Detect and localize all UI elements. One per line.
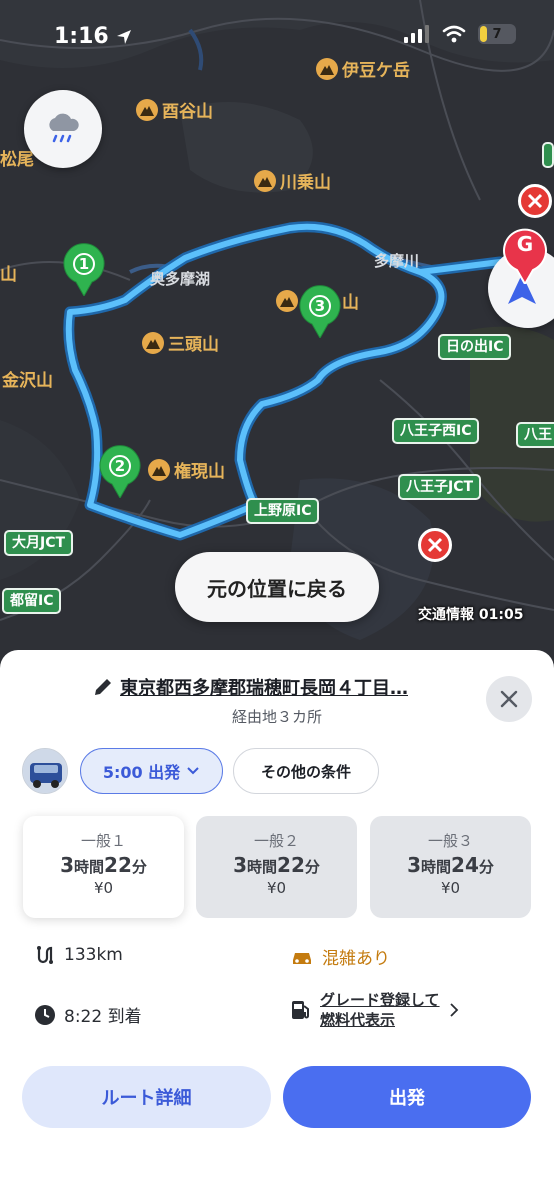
clock-icon [35,1004,55,1025]
mountain-icon [142,331,164,354]
ic-badge-otsuki-jct[interactable]: 大月JCT [4,530,74,556]
congestion-info: 混雑あり [290,944,390,969]
status-icons: 7 [404,24,516,44]
goal-pin[interactable]: G [502,228,548,287]
place-label: 多摩川 [374,252,420,270]
signal-icon [404,25,429,43]
ic-badge-hachioji-nishi[interactable]: 八王子西IC [392,418,480,444]
ic-badge-tsuru[interactable]: 都留IC [2,588,62,614]
arrival-info: 8:22 到着 [34,1002,142,1027]
route-sheet: 東京都西多摩郡瑞穂町長岡４丁目… 経由地３カ所 5:00 出発 その他の条件 一… [0,650,554,1200]
ic-badge-edge [542,142,554,168]
car-avatar[interactable] [22,748,68,794]
departure-time-chip[interactable]: 5:00 出発 [80,748,223,794]
start-button[interactable]: 出発 [283,1066,531,1128]
rain-cloud-icon [49,113,79,143]
route-detail-button[interactable]: ルート詳細 [22,1066,271,1128]
weather-button[interactable] [24,90,102,168]
close-icon [500,690,518,708]
waypoints-count: 経由地３カ所 [231,708,322,726]
ic-badge-uenohara[interactable]: 上野原IC [246,498,320,524]
waypoint-pin-3[interactable]: 3 [298,284,342,340]
fuel-pump-icon [292,1001,309,1019]
place-label: 奥多摩湖 [150,270,211,288]
chevron-down-icon [187,767,199,775]
ic-badge-hinode[interactable]: 日の出IC [438,334,512,360]
traffic-car-icon [293,952,311,964]
road-closed-icon[interactable] [518,184,552,218]
location-arrow-icon [116,29,131,44]
destination-row[interactable]: 東京都西多摩郡瑞穂町長岡４丁目… [92,674,472,700]
wifi-icon [442,25,466,43]
clock: 1:16 [54,24,133,49]
chevron-right-icon [449,1003,458,1017]
mountain-icon [254,169,276,192]
mountain-icon [148,458,170,481]
road-closed-icon[interactable] [418,528,452,562]
mountain-icon [136,98,158,121]
mountain-label: 権現山 [148,457,225,482]
route-card-2[interactable]: 一般２ 3時間22分 ¥0 [196,816,357,918]
mountain-label: 酉谷山 [136,97,213,122]
fuel-cost-link[interactable]: グレード登録して 燃料代表示 [290,990,460,1030]
ic-badge-hachioji-jct[interactable]: 八王子JCT [398,474,482,500]
mountain-label: 川乗山 [254,168,331,193]
waypoint-pin-1[interactable]: 1 [62,242,106,298]
mountain-icon [276,289,298,312]
traffic-info: 交通情報 01:05 [418,607,524,623]
car-icon [23,749,67,793]
close-button[interactable] [486,676,532,722]
place-label: 金沢山 [2,371,53,391]
distance-info: 133km [34,944,123,966]
map-view[interactable]: 伊豆ケ岳 酉谷山 川乗山 三頭山 権現山 山 奥多摩湖 多摩川 山 金沢山 松尾… [0,0,554,680]
battery-icon: 7 [478,24,516,44]
mountain-label: 三頭山 [142,330,219,355]
status-bar: 1:16 7 [0,0,554,72]
place-label: 山 [0,265,17,285]
ic-badge-hachioji[interactable]: 八王 [516,422,554,448]
route-card-3[interactable]: 一般３ 3時間24分 ¥0 [370,816,531,918]
waypoint-pin-2[interactable]: 2 [98,444,142,500]
route-card-1[interactable]: 一般１ 3時間22分 ¥0 [23,816,184,918]
pencil-icon [95,679,111,695]
destination-text[interactable]: 東京都西多摩郡瑞穂町長岡４丁目… [120,674,408,700]
route-distance-icon [37,946,53,964]
return-to-position-button[interactable]: 元の位置に戻る [175,552,379,622]
other-conditions-chip[interactable]: その他の条件 [233,748,379,794]
